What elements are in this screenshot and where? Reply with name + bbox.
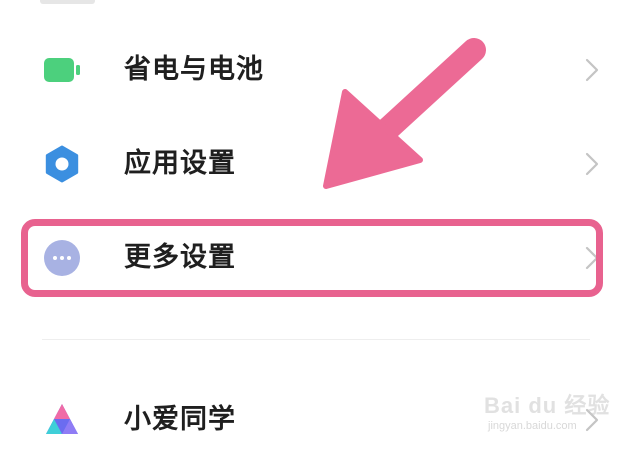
battery-icon: [44, 58, 80, 82]
settings-item-app-settings[interactable]: 应用设置: [0, 124, 632, 204]
watermark-text: Bai du 经验: [484, 393, 611, 418]
settings-item-label: 应用设置: [124, 148, 236, 179]
gear-icon: [45, 145, 79, 183]
chevron-right-icon: [585, 152, 599, 176]
settings-item-battery[interactable]: 省电与电池: [0, 30, 632, 110]
xiaoai-icon: [46, 404, 78, 434]
chevron-right-icon: [585, 58, 599, 82]
previous-row-icon-edge: [40, 0, 95, 4]
highlight-box: [21, 219, 603, 297]
settings-item-label: 省电与电池: [124, 54, 264, 85]
settings-item-label: 小爱同学: [124, 404, 236, 435]
section-divider: [42, 339, 590, 340]
watermark-subtext: jingyan.baidu.com: [488, 420, 577, 432]
baidu-jingyan-watermark: Bai du 经验 jingyan.baidu.com: [478, 374, 628, 444]
